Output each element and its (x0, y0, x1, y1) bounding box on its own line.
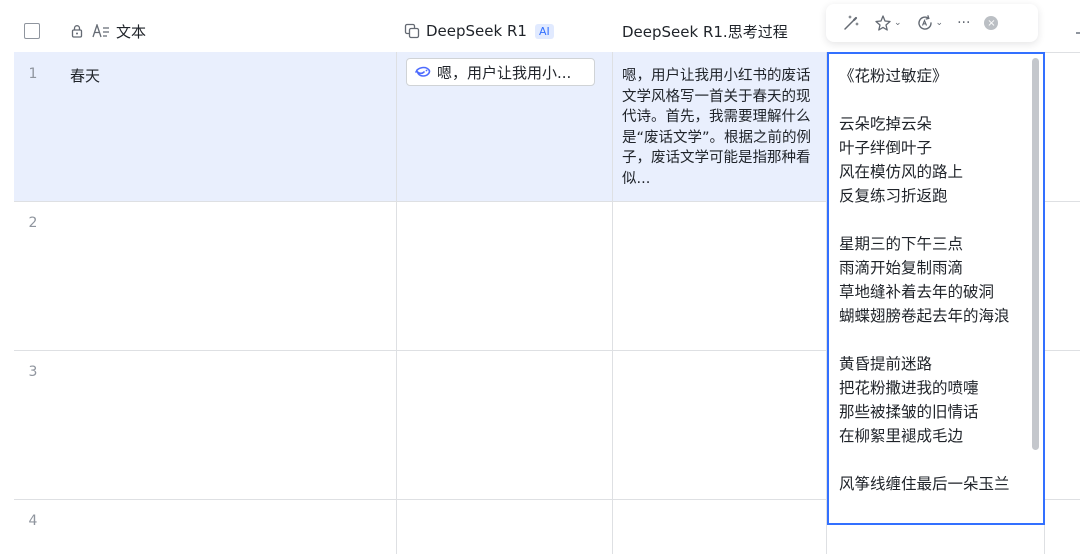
grid-line (396, 10, 397, 554)
magic-wand-button[interactable] (838, 9, 864, 37)
more-options-button[interactable]: ··· (953, 9, 974, 37)
ai-model-menu-button[interactable]: ⌄ (912, 9, 948, 37)
lock-icon (71, 25, 83, 38)
cell-text[interactable]: 春天 (70, 65, 100, 86)
sparkle-star-icon (875, 15, 891, 31)
row-number: 4 (28, 513, 38, 529)
chevron-down-icon: ⌄ (894, 18, 902, 28)
column-header-label: 文本 (116, 22, 147, 41)
add-column-icon[interactable] (1076, 32, 1080, 34)
row-number: 1 (28, 66, 38, 82)
ai-refresh-icon (917, 15, 932, 30)
checkbox[interactable] (24, 23, 40, 39)
ai-result-preview: 嗯，用户让我用小... (437, 63, 572, 82)
floating-toolbar: ⌄ ⌄ ··· × (826, 4, 1038, 42)
column-header-think-process[interactable]: DeepSeek R1.思考过程 (622, 10, 788, 52)
close-icon[interactable]: × (984, 16, 999, 30)
cell-think-process[interactable]: 嗯，用户让我用小红书的废话文学风格写一首关于春天的现代诗。首先，我需要理解什么是… (622, 66, 818, 189)
ai-result-chip[interactable]: 嗯，用户让我用小... (406, 58, 595, 86)
deepseek-whale-icon (415, 66, 431, 77)
column-header-text[interactable]: 文本 (70, 10, 146, 52)
ai-star-menu-button[interactable]: ⌄ (870, 9, 906, 37)
select-all-checkbox[interactable] (24, 10, 40, 52)
ai-field-icon (404, 23, 420, 39)
popup-poem-content: 《花粉过敏症》 云朵吃掉云朵 叶子绊倒叶子 风在模仿风的路上 反复练习折返跑 星… (839, 67, 1010, 493)
popup-scrollbar[interactable] (1032, 58, 1039, 450)
ai-badge: AI (534, 23, 554, 39)
row-number: 2 (28, 215, 38, 231)
text-field-icon (92, 24, 109, 38)
column-header-deepseek-r1[interactable]: DeepSeek R1 AI (404, 10, 554, 52)
column-header-label: DeepSeek R1.思考过程 (622, 22, 788, 41)
column-header-label: DeepSeek R1 (426, 22, 527, 40)
magic-wand-icon (844, 15, 859, 30)
chevron-down-icon: ⌄ (935, 18, 944, 28)
expanded-cell-popup[interactable]: 《花粉过敏症》 云朵吃掉云朵 叶子绊倒叶子 风在模仿风的路上 反复练习折返跑 星… (827, 52, 1045, 525)
grid-line (612, 10, 613, 554)
row-number: 3 (28, 364, 38, 380)
